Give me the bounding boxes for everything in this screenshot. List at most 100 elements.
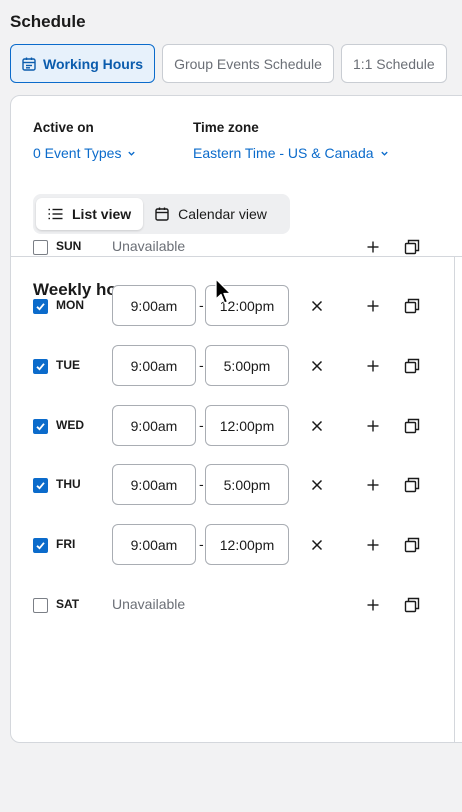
day-checkbox[interactable] [33, 299, 48, 314]
active-on-label: Active on [33, 120, 94, 135]
timezone-label: Time zone [193, 120, 259, 135]
add-interval-button[interactable] [363, 535, 383, 555]
copy-icon [402, 537, 422, 559]
chevron-down-icon [380, 151, 388, 156]
copy-icon [402, 239, 422, 261]
panel-divider [454, 256, 455, 742]
day-checkbox[interactable] [33, 240, 48, 255]
plus-icon [363, 420, 383, 440]
plus-icon [363, 300, 383, 320]
day-label: SAT [56, 597, 80, 611]
plus-icon [363, 599, 383, 619]
copy-icon [402, 597, 422, 619]
mouse-cursor-icon [215, 278, 232, 304]
copy-times-button[interactable] [402, 595, 422, 615]
start-time-input[interactable]: 9:00am [112, 524, 196, 565]
day-label: WED [56, 418, 84, 432]
remove-interval-button[interactable] [307, 356, 327, 376]
page-title: Schedule [10, 12, 86, 31]
day-row-sat: SAT Unavailable [11, 584, 454, 626]
copy-times-button[interactable] [402, 535, 422, 555]
copy-icon [402, 298, 422, 320]
copy-icon [402, 358, 422, 380]
remove-interval-button[interactable] [307, 296, 327, 316]
copy-times-button[interactable] [402, 296, 422, 316]
tab-label: Working Hours [43, 55, 144, 72]
time-separator: - [199, 536, 204, 552]
day-checkbox[interactable] [33, 419, 48, 434]
remove-interval-button[interactable] [307, 535, 327, 555]
close-icon [307, 420, 327, 440]
add-interval-button[interactable] [363, 356, 383, 376]
copy-times-button[interactable] [402, 356, 422, 376]
chevron-down-icon [128, 151, 136, 156]
close-icon [307, 360, 327, 380]
start-time-input[interactable]: 9:00am [112, 345, 196, 386]
start-time-input[interactable]: 9:00am [112, 405, 196, 446]
tab-working-hours[interactable]: Working Hours [10, 44, 156, 83]
close-icon [307, 479, 327, 499]
time-separator: - [199, 357, 204, 373]
day-row-wed: WED 9:00am -12:00pm [11, 405, 454, 447]
day-row-sun: SUN Unavailable [11, 226, 454, 268]
list-view-label: List view [72, 206, 132, 222]
time-separator: - [199, 476, 204, 492]
copy-icon [402, 477, 422, 499]
copy-times-button[interactable] [402, 475, 422, 495]
day-checkbox[interactable] [33, 478, 48, 493]
start-time-input[interactable]: 9:00am [112, 464, 196, 505]
start-time-input[interactable]: 9:00am [112, 285, 196, 326]
time-separator: - [199, 417, 204, 433]
add-interval-button[interactable] [363, 475, 383, 495]
copy-icon [402, 418, 422, 440]
calendar-view-label: Calendar view [178, 206, 267, 222]
end-time-input[interactable]: 12:00pm [205, 524, 289, 565]
tab-group-events-schedule[interactable]: Group Events Schedule [162, 44, 334, 83]
add-interval-button[interactable] [363, 416, 383, 436]
day-label: FRI [56, 537, 76, 551]
active-on-section: Active on 0 Event Types [33, 120, 136, 161]
unavailable-text: Unavailable [112, 238, 186, 254]
tab-label: Group Events Schedule [174, 55, 322, 72]
add-interval-button[interactable] [363, 595, 383, 615]
unavailable-text: Unavailable [112, 596, 186, 612]
plus-icon [363, 360, 383, 380]
timezone-dropdown[interactable]: Eastern Time - US & Canada [193, 145, 389, 161]
copy-times-button[interactable] [402, 416, 422, 436]
day-row-tue: TUE 9:00am -5:00pm [11, 345, 454, 387]
calendar-clock-icon [22, 57, 36, 71]
day-label: MON [56, 298, 84, 312]
plus-icon [363, 539, 383, 559]
remove-interval-button[interactable] [307, 475, 327, 495]
active-on-dropdown[interactable]: 0 Event Types [33, 145, 136, 161]
active-on-value: 0 Event Types [33, 145, 122, 161]
day-checkbox[interactable] [33, 359, 48, 374]
day-label: TUE [56, 358, 80, 372]
plus-icon [363, 241, 383, 261]
tab-one-on-one-schedule[interactable]: 1:1 Schedule [340, 44, 447, 83]
time-separator: - [199, 297, 204, 313]
remove-interval-button[interactable] [307, 416, 327, 436]
day-label: SUN [56, 239, 82, 253]
day-row-thu: THU 9:00am -5:00pm [11, 464, 454, 506]
calendar-icon [155, 207, 169, 221]
end-time-input[interactable]: 12:00pm [205, 405, 289, 446]
plus-icon [363, 479, 383, 499]
end-time-input[interactable]: 5:00pm [205, 345, 289, 386]
list-icon [48, 208, 63, 220]
day-label: THU [56, 477, 81, 491]
close-icon [307, 539, 327, 559]
timezone-section: Time zone Eastern Time - US & Canada [193, 120, 389, 161]
tab-label: 1:1 Schedule [352, 55, 435, 72]
day-row-fri: FRI 9:00am -12:00pm [11, 524, 454, 566]
timezone-value: Eastern Time - US & Canada [193, 145, 374, 161]
day-checkbox[interactable] [33, 598, 48, 613]
end-time-input[interactable]: 5:00pm [205, 464, 289, 505]
schedule-tabs: Working Hours Group Events Schedule 1:1 … [10, 44, 447, 83]
add-interval-button[interactable] [363, 237, 383, 257]
add-interval-button[interactable] [363, 296, 383, 316]
schedule-card: Active on 0 Event Types Time zone Easter… [10, 95, 462, 743]
copy-times-button[interactable] [402, 237, 422, 257]
close-icon [307, 300, 327, 320]
day-checkbox[interactable] [33, 538, 48, 553]
